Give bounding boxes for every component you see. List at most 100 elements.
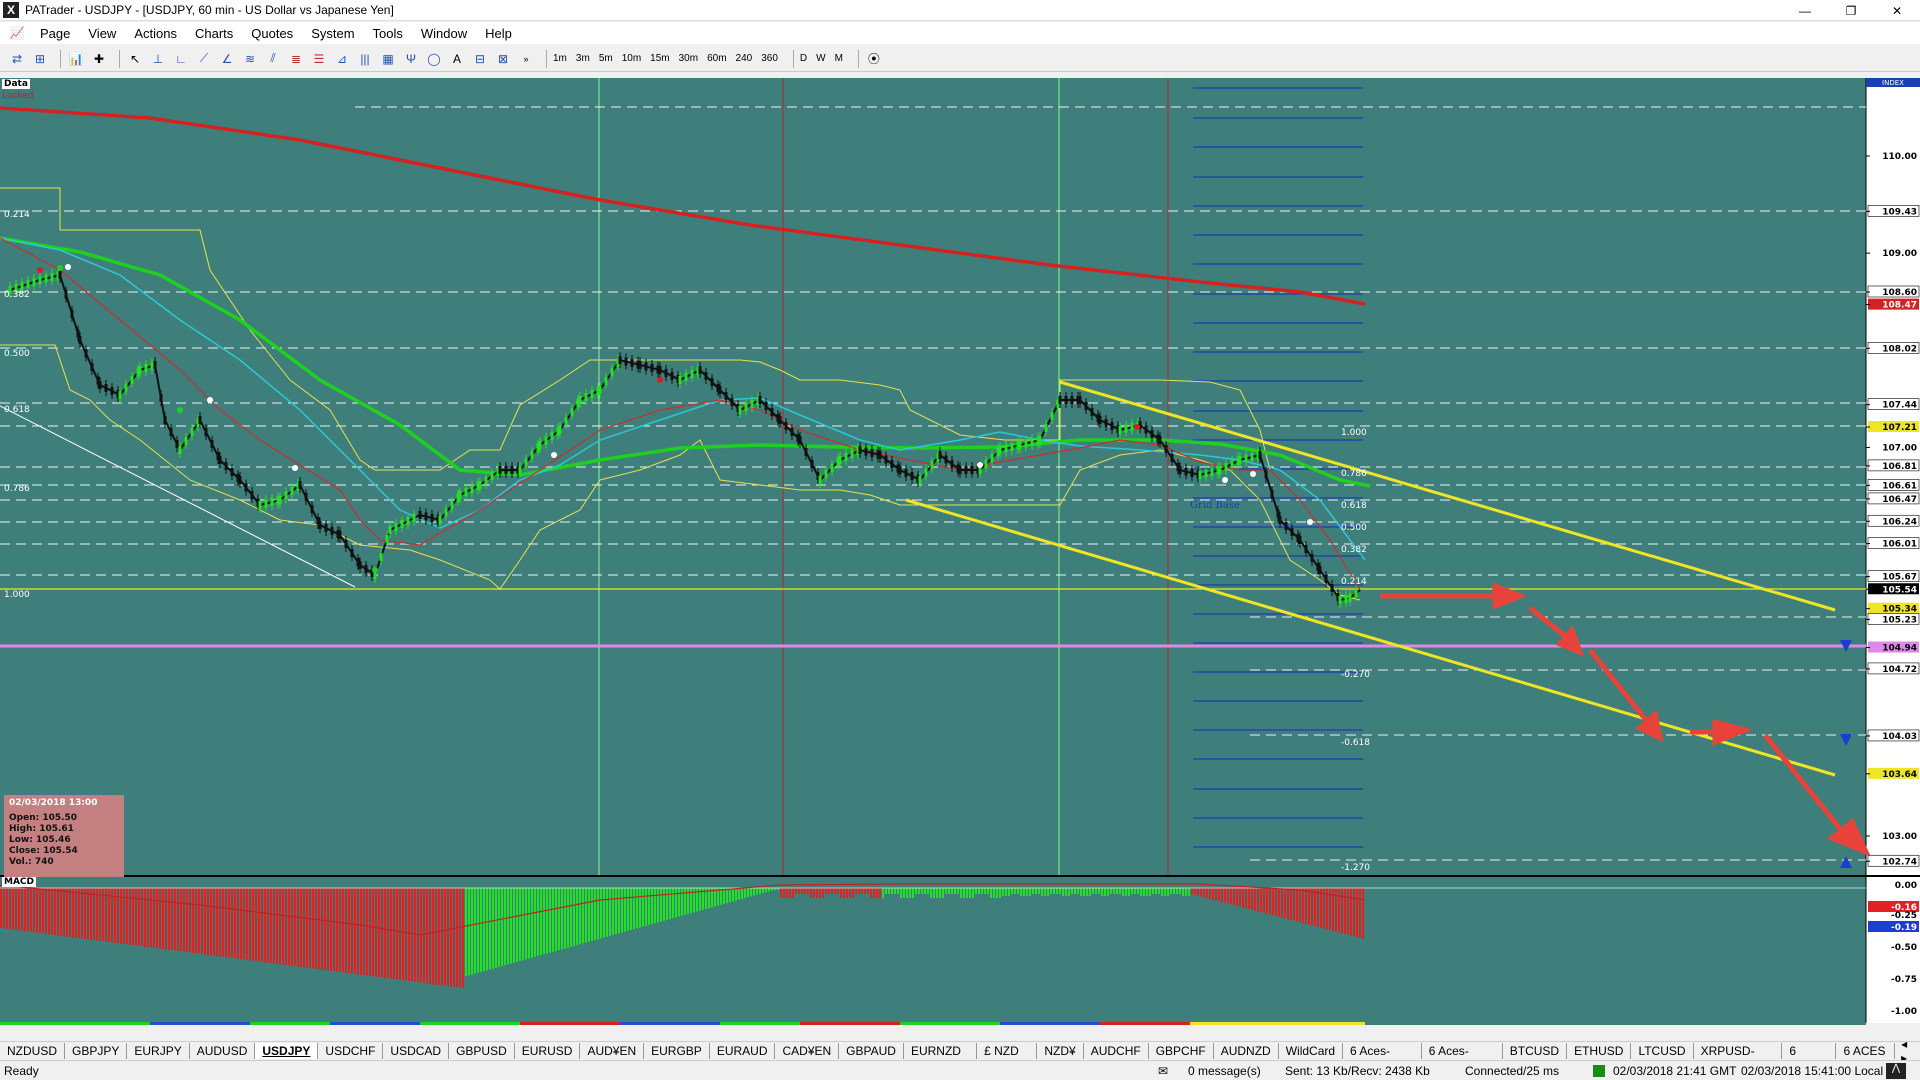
- menu-page[interactable]: Page: [31, 26, 79, 41]
- more-tools-icon[interactable]: »: [517, 50, 535, 68]
- menu-actions[interactable]: Actions: [125, 26, 186, 41]
- transfer-icon[interactable]: ⇄: [8, 50, 26, 68]
- symbol-tab-nzdusd[interactable]: NZDUSD: [0, 1042, 65, 1059]
- mail-icon[interactable]: ✉: [1158, 1064, 1168, 1078]
- refresh-icon[interactable]: ⦿: [865, 50, 883, 68]
- symbol-tab-gbpusd[interactable]: GBPUSD: [449, 1042, 515, 1059]
- symbol-tab-eurjpy[interactable]: EURJPY: [127, 1042, 190, 1059]
- fib-fan-icon[interactable]: ≋: [241, 50, 259, 68]
- menu-window[interactable]: Window: [412, 26, 476, 41]
- symbol-tab-eurnzd-rf[interactable]: EURNZD RF: [904, 1042, 978, 1074]
- cycle-lines-icon[interactable]: |||: [356, 50, 374, 68]
- timeframe-60m[interactable]: 60m: [707, 53, 726, 64]
- status-messages[interactable]: 0 message(s): [1188, 1064, 1261, 1078]
- fib-extension-icon[interactable]: ☰: [310, 50, 328, 68]
- maximize-button[interactable]: ❐: [1828, 0, 1874, 21]
- price-axis-label: 105.23: [1882, 615, 1917, 625]
- macd-axis-label: -1.00: [1891, 1007, 1917, 1017]
- timeframe-monthly[interactable]: M: [835, 53, 843, 64]
- pitchfork-icon[interactable]: Ψ: [402, 50, 420, 68]
- price-axis-label: 107.44: [1882, 401, 1917, 411]
- symbol-tab-gbpjpy[interactable]: GBPJPY: [65, 1042, 128, 1059]
- symbol-tab-usdcad[interactable]: USDCAD: [383, 1042, 450, 1059]
- symbol-tab-gbpaud[interactable]: GBPAUD: [839, 1042, 904, 1059]
- symbol-tab-6-aces-4[interactable]: 6 Aces-4: [1782, 1042, 1837, 1074]
- symbol-tab-6-aces-majors[interactable]: 6 Aces-Majors: [1343, 1042, 1422, 1074]
- price-chart[interactable]: 110.00 109.43 109.00 108.60 108.47 108.02 107.…: [0, 78, 1920, 1040]
- menu-help[interactable]: Help: [476, 26, 521, 41]
- price-axis-label: 104.03: [1882, 732, 1917, 742]
- symbol-tab-aud-en[interactable]: AUD¥EN: [580, 1042, 645, 1059]
- chart-area[interactable]: 110.00 109.43 109.00 108.60 108.47 108.02 107.…: [0, 78, 1920, 1040]
- symbol-tab-wildcard[interactable]: WildCard: [1279, 1042, 1344, 1059]
- menu-view[interactable]: View: [79, 26, 125, 41]
- horizontal-line-icon[interactable]: ⊥: [149, 50, 167, 68]
- symbol-tab-6-aces-exotics[interactable]: 6 Aces-Exotics: [1422, 1042, 1503, 1074]
- symbol-tab-gbpchf[interactable]: GBPCHF: [1149, 1042, 1214, 1059]
- symbol-tab--nzd-rf[interactable]: £ NZD RF: [977, 1042, 1038, 1074]
- timeframe-1m[interactable]: 1m: [553, 53, 567, 64]
- symbol-tab-6-aces-2[interactable]: 6 ACES 2: [1836, 1042, 1896, 1074]
- price-axis-label: 109.00: [1882, 249, 1917, 259]
- fib-right-label: -0.618: [1341, 738, 1370, 748]
- symbol-tab-ltcusd[interactable]: LTCUSD: [1631, 1042, 1694, 1059]
- symbol-tab-euraud[interactable]: EURAUD: [710, 1042, 776, 1059]
- menu-quotes[interactable]: Quotes: [242, 26, 302, 41]
- minimize-button[interactable]: —: [1782, 0, 1828, 21]
- ohlc-volume: Vol.: 740: [9, 857, 54, 867]
- chart-type-icon[interactable]: 📊: [67, 50, 85, 68]
- fib-left-label: 0.786: [4, 484, 30, 494]
- symbol-tab-cad-en[interactable]: CAD¥EN: [775, 1042, 840, 1059]
- symbol-tabs: NZDUSD GBPJPY EURJPY AUDUSD USDJPY USDCHF USDC…: [0, 1037, 1920, 1074]
- index-label: INDEX: [1882, 79, 1904, 87]
- gann-icon[interactable]: ⊿: [333, 50, 351, 68]
- channel-icon[interactable]: ⫽: [264, 50, 282, 68]
- symbol-tab-xrpusd-ripple[interactable]: XRPUSD-Ripple: [1694, 1042, 1783, 1074]
- trendline-icon[interactable]: ⟋: [195, 50, 213, 68]
- price-label-icon[interactable]: ⊟: [471, 50, 489, 68]
- grid-icon[interactable]: ▦: [379, 50, 397, 68]
- text-tool-icon[interactable]: A: [448, 50, 466, 68]
- symbol-tab-audnzd[interactable]: AUDNZD: [1214, 1042, 1279, 1059]
- price-axis-label: 109.43: [1882, 207, 1917, 217]
- timeframe-10m[interactable]: 10m: [622, 53, 641, 64]
- ohlc-open: Open: 105.50: [9, 813, 78, 823]
- timeframe-15m[interactable]: 15m: [650, 53, 669, 64]
- timeframe-30m[interactable]: 30m: [679, 53, 698, 64]
- status-traffic: Sent: 13 Kb/Recv: 2438 Kb: [1285, 1064, 1430, 1078]
- menu-system[interactable]: System: [302, 26, 363, 41]
- ellipse-icon[interactable]: ◯: [425, 50, 443, 68]
- measure-icon[interactable]: ⊠: [494, 50, 512, 68]
- pointer-icon[interactable]: ↖: [126, 50, 144, 68]
- angle-line-icon[interactable]: ∠: [218, 50, 236, 68]
- menu-tools[interactable]: Tools: [364, 26, 412, 41]
- symbol-tab-nzd-[interactable]: NZD¥: [1037, 1042, 1084, 1059]
- timeframe-240[interactable]: 240: [736, 53, 753, 64]
- scale-icon[interactable]: ⊞: [31, 50, 49, 68]
- app-icon: X: [3, 2, 19, 18]
- symbol-tab-usdjpy[interactable]: USDJPY: [255, 1042, 319, 1059]
- price-axis-label: 105.54: [1882, 585, 1917, 595]
- level-line-icon[interactable]: ∟: [172, 50, 190, 68]
- symbol-tab-usdchf[interactable]: USDCHF: [318, 1042, 384, 1059]
- symbol-tab-btcusd[interactable]: BTCUSD: [1503, 1042, 1568, 1059]
- fib-right-label: -0.270: [1341, 670, 1370, 680]
- symbol-tab-eurusd[interactable]: EURUSD: [515, 1042, 581, 1059]
- fib-right-label: 0.618: [1341, 501, 1367, 511]
- close-button[interactable]: ✕: [1874, 0, 1920, 21]
- menu-charts[interactable]: Charts: [186, 26, 242, 41]
- timeframe-360[interactable]: 360: [761, 53, 778, 64]
- symbol-tab-audchf[interactable]: AUDCHF: [1084, 1042, 1149, 1059]
- symbol-tab-audusd[interactable]: AUDUSD: [190, 1042, 256, 1059]
- symbol-tab-eurgbp[interactable]: EURGBP: [644, 1042, 710, 1059]
- page-icon[interactable]: 📈: [8, 24, 26, 42]
- timeframe-daily[interactable]: D: [800, 53, 807, 64]
- fib-retracement-icon[interactable]: ≣: [287, 50, 305, 68]
- timeframe-5m[interactable]: 5m: [599, 53, 613, 64]
- symbol-tab-ethusd[interactable]: ETHUSD: [1567, 1042, 1632, 1059]
- price-axis-label: 106.24: [1882, 517, 1917, 527]
- status-connection: Connected/25 ms: [1465, 1064, 1560, 1078]
- timeframe-3m[interactable]: 3m: [576, 53, 590, 64]
- crosshair-icon[interactable]: ✚: [90, 50, 108, 68]
- timeframe-weekly[interactable]: W: [816, 53, 825, 64]
